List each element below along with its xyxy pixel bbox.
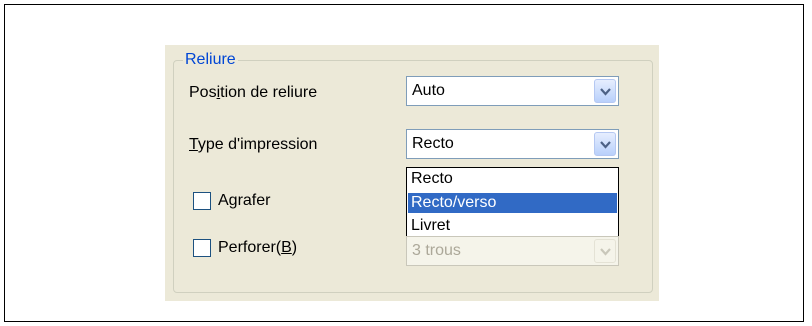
screenshot-frame: Reliure Position de reliure Auto Type d'… — [4, 4, 804, 322]
binding-position-value: Auto — [412, 82, 445, 99]
binding-position-label: Position de reliure — [189, 84, 318, 101]
chevron-down-icon — [600, 248, 611, 256]
binding-position-dropdown-button[interactable] — [594, 79, 616, 103]
print-type-dropdown-list: Recto Recto/verso Livret — [406, 167, 619, 240]
chevron-down-icon — [600, 88, 611, 96]
staple-label: Agrafer — [218, 192, 271, 209]
option-recto-verso[interactable]: Recto/verso — [408, 193, 617, 213]
staple-checkbox[interactable] — [193, 192, 211, 210]
settings-panel: Reliure Position de reliure Auto Type d'… — [165, 45, 659, 301]
print-type-dropdown-button[interactable] — [594, 132, 616, 156]
punch-holes-value: 3 trous — [412, 242, 461, 259]
punch-holes-select: 3 trous — [406, 236, 619, 266]
print-type-value: Recto — [412, 135, 454, 152]
chevron-down-icon — [600, 141, 611, 149]
binding-position-select[interactable]: Auto — [406, 76, 619, 106]
option-recto[interactable]: Recto — [408, 169, 617, 189]
print-type-label: Type d'impression — [189, 136, 318, 153]
punch-checkbox[interactable] — [193, 239, 211, 257]
option-livret[interactable]: Livret — [408, 216, 617, 236]
group-title: Reliure — [183, 51, 238, 69]
punch-holes-dropdown-button — [594, 239, 616, 263]
print-type-select[interactable]: Recto — [406, 129, 619, 159]
punch-label: Perforer(B) — [218, 239, 298, 256]
